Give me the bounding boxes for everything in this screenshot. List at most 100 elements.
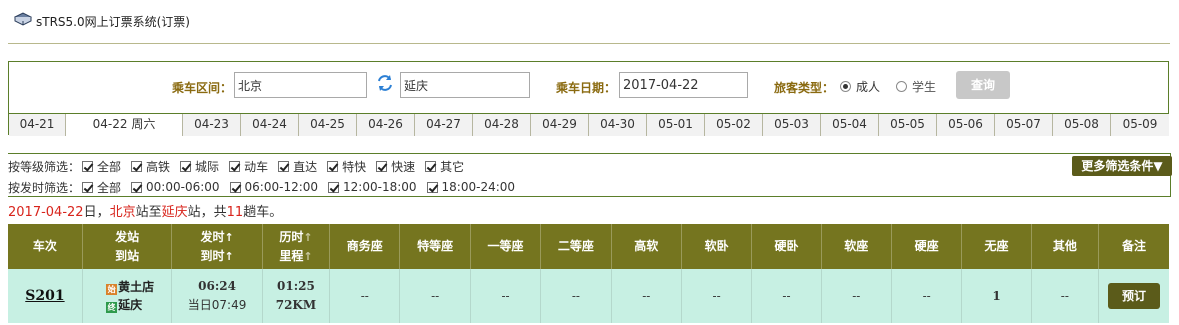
date-tab[interactable]: 05-03 xyxy=(763,114,821,136)
cell-duration: 01:25 72KM xyxy=(262,269,331,323)
checkbox-label: 12:00-18:00 xyxy=(343,180,417,194)
checkbox-label: 动车 xyxy=(244,159,269,174)
date-tab[interactable]: 05-06 xyxy=(937,114,995,136)
travel-date-input[interactable] xyxy=(619,72,748,98)
col-hard-sleeper: 硬卧 xyxy=(751,224,822,269)
cell-standing: 1 xyxy=(961,269,1032,323)
cell-remark: 预订 xyxy=(1098,269,1169,323)
cell-special: -- xyxy=(399,269,471,323)
col-times[interactable]: 发时↑ 到时↑ xyxy=(171,224,263,269)
duration: 01:25 xyxy=(277,279,315,293)
grade-checkbox-gaotie[interactable]: 高铁 xyxy=(131,158,170,175)
date-tab[interactable]: 05-01 xyxy=(647,114,705,136)
to-station-input[interactable] xyxy=(400,72,530,98)
distance: 72KM xyxy=(275,298,317,312)
train-number-link[interactable]: S201 xyxy=(25,288,64,304)
grade-filter-label: 按等级筛选： xyxy=(8,159,81,174)
from-station-input[interactable] xyxy=(234,72,367,98)
cell-soft-premium: -- xyxy=(611,269,682,323)
summary-text: 日， xyxy=(83,205,110,220)
col-distance: 里程 xyxy=(279,248,304,263)
adult-radio[interactable]: 成人 xyxy=(840,78,880,95)
date-tab[interactable]: 04-25 xyxy=(299,114,357,136)
sort-arrow-icon: ↑ xyxy=(224,230,234,244)
date-tab[interactable]: 05-08 xyxy=(1053,114,1111,136)
col-first: 一等座 xyxy=(470,224,542,269)
col-train: 车次 xyxy=(8,224,83,269)
col-soft-premium: 高软 xyxy=(611,224,682,269)
arrive-time: 当日07:49 xyxy=(187,298,247,312)
date-tab[interactable]: 04-26 xyxy=(357,114,415,136)
radio-unchecked-icon xyxy=(896,81,907,92)
date-tab[interactable]: 04-21 xyxy=(9,114,66,136)
checkbox-checked-icon xyxy=(131,181,143,193)
grade-checkbox-kuaisu[interactable]: 快速 xyxy=(376,158,415,175)
checkbox-label: 18:00-24:00 xyxy=(441,180,516,194)
book-button[interactable]: 预订 xyxy=(1108,283,1161,309)
col-depart-time: 发时 xyxy=(200,229,225,244)
col-duration-distance[interactable]: 历时↑ 里程↑ xyxy=(262,224,331,269)
cell-first: -- xyxy=(470,269,542,323)
cell-business: -- xyxy=(329,269,401,323)
col-arrive-time: 到时 xyxy=(200,248,225,263)
summary-to: 延庆 xyxy=(161,205,188,220)
date-tab[interactable]: 04-24 xyxy=(241,114,299,136)
checkbox-checked-icon xyxy=(131,160,143,172)
col-arrive-station: 到站 xyxy=(115,248,140,263)
date-tab[interactable]: 05-02 xyxy=(705,114,763,136)
date-tab[interactable]: 04-30 xyxy=(589,114,647,136)
date-tab[interactable]: 05-07 xyxy=(995,114,1053,136)
checkbox-checked-icon xyxy=(426,181,438,193)
more-filters-button[interactable]: 更多筛选条件▼ xyxy=(1072,156,1172,176)
time-checkbox-1824[interactable]: 18:00-24:00 xyxy=(426,180,516,194)
adult-radio-label: 成人 xyxy=(856,80,881,94)
filter-panel: 按等级筛选： 全部 高铁 城际 动车 直达 特快 快速 其它 按发时筛选： 全部… xyxy=(8,153,1172,197)
table-row: S201 始黄土店 终延庆 06:24 当日07:49 01:25 72KM -… xyxy=(8,269,1169,323)
date-tab[interactable]: 05-04 xyxy=(821,114,879,136)
summary-text: 趟车。 xyxy=(243,205,283,220)
grade-checkbox-dongche[interactable]: 动车 xyxy=(229,158,268,175)
train-results-table: 车次 发站 到站 发时↑ 到时↑ 历时↑ 里程↑ 商务座 特等座 一等座 二等座… xyxy=(8,224,1169,323)
date-tab[interactable]: 05-09 xyxy=(1111,114,1169,136)
student-radio[interactable]: 学生 xyxy=(896,78,936,95)
summary-date: 2017-04-22 xyxy=(8,205,84,220)
col-business: 商务座 xyxy=(329,224,401,269)
query-button[interactable]: 查询 xyxy=(956,71,1010,99)
col-soft-seat: 软座 xyxy=(821,224,892,269)
summary-count: 11 xyxy=(226,205,244,220)
checkbox-label: 高铁 xyxy=(146,159,171,174)
col-hard-seat: 硬座 xyxy=(891,224,963,269)
time-checkbox-0006[interactable]: 00:00-06:00 xyxy=(131,180,220,194)
grade-checkbox-other[interactable]: 其它 xyxy=(425,158,464,175)
time-checkbox-0612[interactable]: 06:00-12:00 xyxy=(229,180,318,194)
date-tab[interactable]: 05-05 xyxy=(879,114,937,136)
date-tab-active[interactable]: 04-22 周六 xyxy=(66,114,183,136)
grade-checkbox-zhida[interactable]: 直达 xyxy=(278,158,317,175)
swap-stations-icon[interactable] xyxy=(376,74,394,92)
checkbox-checked-icon xyxy=(425,160,437,172)
time-checkbox-all[interactable]: 全部 xyxy=(82,179,121,196)
date-tab[interactable]: 04-28 xyxy=(473,114,531,136)
cell-times: 06:24 当日07:49 xyxy=(171,269,263,323)
grade-checkbox-all[interactable]: 全部 xyxy=(82,158,121,175)
cell-second: -- xyxy=(540,269,612,323)
checkbox-checked-icon xyxy=(180,160,192,172)
date-tab[interactable]: 04-23 xyxy=(183,114,241,136)
cell-train: S201 xyxy=(8,269,83,323)
checkbox-label: 快速 xyxy=(391,159,416,174)
cell-soft-seat: -- xyxy=(821,269,892,323)
route-label: 乘车区间： xyxy=(172,81,233,95)
col-standing: 无座 xyxy=(961,224,1032,269)
date-tab[interactable]: 04-29 xyxy=(531,114,589,136)
app-title: sTRS5.0网上订票系统(订票) xyxy=(36,15,190,29)
time-checkbox-1218[interactable]: 12:00-18:00 xyxy=(328,180,417,194)
checkbox-label: 00:00-06:00 xyxy=(146,180,220,194)
summary-text: 站至 xyxy=(135,205,162,220)
grade-checkbox-tekuai[interactable]: 特快 xyxy=(327,158,366,175)
radio-checked-icon xyxy=(840,81,851,92)
grade-checkbox-chengji[interactable]: 城际 xyxy=(180,158,219,175)
start-station-badge-icon: 始 xyxy=(106,284,118,295)
date-tabs: 04-21 04-22 周六 04-23 04-24 04-25 04-26 0… xyxy=(9,113,1169,136)
date-tab[interactable]: 04-27 xyxy=(415,114,473,136)
checkbox-label: 全部 xyxy=(97,159,122,174)
